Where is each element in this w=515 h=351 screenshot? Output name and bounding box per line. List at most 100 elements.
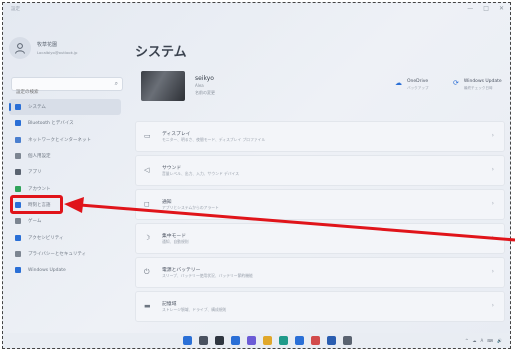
task-view-icon[interactable] <box>215 336 224 345</box>
avatar <box>9 37 31 59</box>
sidebar-item-apps[interactable]: アプリ <box>9 164 121 180</box>
settings-row-focus[interactable]: ☽ 集中モード 通知、自動規則 › <box>135 223 505 254</box>
word-icon[interactable] <box>327 336 336 345</box>
taskbar: ^ ☁ A ⌨ 🔊 <box>3 333 510 348</box>
search-box[interactable]: ⌕ <box>11 77 123 99</box>
taskbar-icons <box>183 336 352 345</box>
widgets-icon[interactable] <box>231 336 240 345</box>
settings-list: ▭ ディスプレイ モニター、明るさ、夜間モード、ディスプレイ プロファイル › … <box>135 121 505 325</box>
windows-update-sub: 最終チェック日時 <box>463 86 493 90</box>
sidebar-item-network[interactable]: ネットワークとインターネット <box>9 132 121 148</box>
apps-icon <box>15 169 21 176</box>
screenshot-frame: 設定 — □ ✕ 牧草花園 Localbiyo@outlook.jp ⌕ <box>2 2 511 349</box>
row-title: 集中モード <box>162 234 186 239</box>
main-panel: システム seikyo Alea 名前の変更 ☁ OneDrive バックアップ… <box>123 17 510 337</box>
chevron-right-icon: › <box>491 132 494 139</box>
windows-update-tile[interactable]: ⟳ Windows Update 最終チェック日時 <box>453 79 502 91</box>
onedrive-sub: バックアップ <box>407 86 429 90</box>
row-title: 記憶域 <box>162 302 177 307</box>
rename-link[interactable]: 名前の変更 <box>195 90 215 96</box>
settings-row-power[interactable]: ⏻ 電源とバッテリー スリープ、バッテリー使用状況、バッテリー節約機能 › <box>135 257 505 288</box>
chevron-right-icon: › <box>491 268 494 275</box>
brush-icon <box>15 153 21 160</box>
volume-icon[interactable]: 🔊 <box>497 338 502 343</box>
maximize-button[interactable]: □ <box>483 5 489 12</box>
network-icon <box>15 136 21 143</box>
storage-icon: ▬ <box>144 302 151 310</box>
row-description: 通知、自動規則 <box>162 239 189 244</box>
sidebar-item-label: アクセシビリティ <box>28 235 64 241</box>
page-title: システム <box>135 45 187 60</box>
close-button[interactable]: ✕ <box>499 5 504 12</box>
row-title: サウンド <box>162 166 182 171</box>
settings-row-display[interactable]: ▭ ディスプレイ モニター、明るさ、夜間モード、ディスプレイ プロファイル › <box>135 121 505 152</box>
sidebar: 牧草花園 Localbiyo@outlook.jp ⌕ システム Bluetoo… <box>3 17 123 337</box>
settings-row-notifications[interactable]: ◻ 通知 アプリとシステムからのアラート › <box>135 189 505 220</box>
search-input[interactable] <box>12 86 102 99</box>
search-icon[interactable]: ⌕ <box>115 80 118 88</box>
person-icon <box>15 43 25 54</box>
title-bar: 設定 — □ ✕ <box>3 3 510 17</box>
onedrive-title: OneDrive <box>407 79 429 84</box>
monitor-icon <box>15 104 21 111</box>
onedrive-tile[interactable]: ☁ OneDrive バックアップ <box>395 79 429 91</box>
sidebar-nav: システム Bluetooth とデバイス ネットワークとインターネット 個人用設… <box>9 99 121 278</box>
search-icon[interactable] <box>199 336 208 345</box>
sidebar-item-personalization[interactable]: 個人用設定 <box>9 148 121 164</box>
minimize-button[interactable]: — <box>467 5 473 12</box>
sidebar-item-label: プライバシーとセキュリティ <box>28 251 87 257</box>
device-thumbnail <box>141 71 185 101</box>
bluetooth-icon <box>15 120 21 127</box>
device-card: seikyo Alea 名前の変更 ☁ OneDrive バックアップ ⟳ Wi… <box>135 69 505 119</box>
row-title: 通知 <box>162 200 172 205</box>
mail-icon[interactable] <box>311 336 320 345</box>
sidebar-item-label: ネットワークとインターネット <box>28 137 91 143</box>
shield-icon <box>15 250 21 257</box>
settings-row-sound[interactable]: ◁ サウンド 音量レベル、出力、入力、サウンド デバイス › <box>135 155 505 186</box>
update-icon: ⟳ <box>453 79 459 87</box>
row-description: モニター、明るさ、夜間モード、ディスプレイ プロファイル <box>162 137 266 142</box>
row-title: ディスプレイ <box>162 132 191 137</box>
focus-icon: ☽ <box>144 234 151 242</box>
gamepad-icon <box>15 218 21 225</box>
sidebar-item-windows-update[interactable]: Windows Update <box>9 262 121 278</box>
app-title: 設定 <box>11 7 20 12</box>
sidebar-item-system[interactable]: システム <box>9 99 121 116</box>
onedrive-tray-icon[interactable]: ☁ <box>472 338 476 343</box>
row-description: スリープ、バッテリー使用状況、バッテリー節約機能 <box>162 273 253 278</box>
profile-name: 牧草花園 <box>37 42 58 48</box>
cloud-icon: ☁ <box>395 79 402 87</box>
keyboard-icon[interactable]: ⌨ <box>487 338 493 343</box>
sidebar-item-accessibility[interactable]: アクセシビリティ <box>9 229 121 245</box>
chat-icon[interactable] <box>247 336 256 345</box>
profile-email: Localbiyo@outlook.jp <box>37 50 78 55</box>
sidebar-item-label: ゲーム <box>28 219 42 225</box>
sidebar-item-label: システム <box>28 105 46 111</box>
window-controls: — □ ✕ <box>467 5 504 12</box>
sidebar-item-label: Bluetooth とデバイス <box>28 121 74 127</box>
sound-icon: ◁ <box>144 166 150 174</box>
chevron-right-icon: › <box>491 234 494 241</box>
start-icon[interactable] <box>183 336 192 345</box>
sidebar-item-gaming[interactable]: ゲーム <box>9 213 121 229</box>
row-title: 電源とバッテリー <box>162 268 201 273</box>
sidebar-item-label: 個人用設定 <box>28 154 51 160</box>
store-icon[interactable] <box>295 336 304 345</box>
display-icon: ▭ <box>144 132 151 140</box>
device-name: seikyo <box>195 75 214 82</box>
profile[interactable]: 牧草花園 Localbiyo@outlook.jp <box>9 37 77 59</box>
person-icon <box>15 185 21 192</box>
windows-update-title: Windows Update <box>463 79 502 84</box>
explorer-icon[interactable] <box>263 336 272 345</box>
ime-icon[interactable]: A <box>480 338 483 343</box>
sidebar-item-privacy[interactable]: プライバシーとセキュリティ <box>9 246 121 262</box>
settings-row-storage[interactable]: ▬ 記憶域 ストレージ領域、ドライブ、構成規則 › <box>135 291 505 322</box>
edge-icon[interactable] <box>279 336 288 345</box>
chevron-right-icon: › <box>491 200 494 207</box>
sidebar-item-bluetooth[interactable]: Bluetooth とデバイス <box>9 115 121 131</box>
settings-icon[interactable] <box>343 336 352 345</box>
row-description: アプリとシステムからのアラート <box>162 205 219 210</box>
power-icon: ⏻ <box>144 268 150 276</box>
tray-overflow-icon[interactable]: ^ <box>465 338 468 343</box>
highlight-box <box>10 195 63 214</box>
